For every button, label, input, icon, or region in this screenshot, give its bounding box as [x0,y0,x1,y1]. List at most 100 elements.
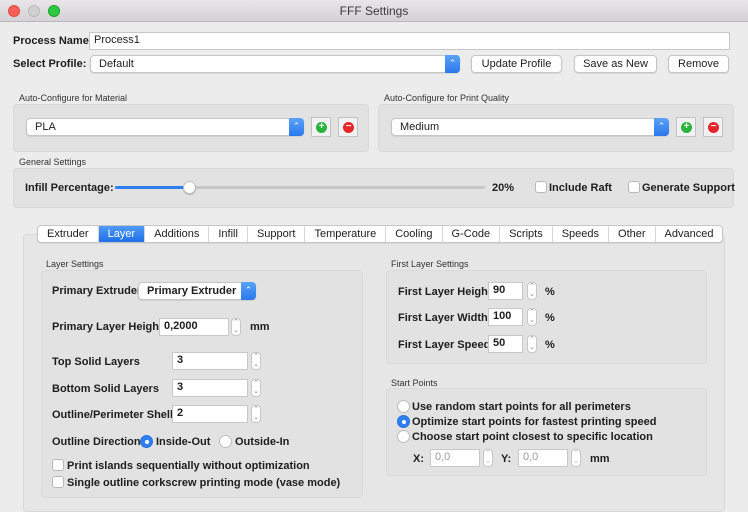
perimeter-shells-stepper[interactable]: ⌃ ⌄ [251,405,261,423]
tab-scripts[interactable]: Scripts [500,226,553,242]
primary-layer-height-input[interactable]: 0,2000 [159,318,229,336]
primary-extruder-select[interactable]: Primary Extruder ⌃ [138,282,256,300]
first-layer-speed-unit: % [545,339,555,351]
coordinate-unit: mm [590,453,610,465]
minus-icon: − [343,122,354,133]
profile-select-value: Default [99,58,134,70]
tab-cooling[interactable]: Cooling [386,226,443,242]
chevron-updown-icon: ⌃ [289,118,304,136]
vase-mode-label: Single outline corkscrew printing mode (… [67,477,341,489]
start-points-label: Start Points [391,378,438,388]
add-quality-button[interactable]: + [676,117,696,137]
material-select-value: PLA [35,121,56,133]
material-group-label: Auto-Configure for Material [19,93,128,103]
optimize-start-label: Optimize start points for fastest printi… [412,416,657,428]
inside-out-label: Inside-Out [156,436,211,448]
material-select[interactable]: PLA ⌃ [26,118,304,136]
infill-percentage-label: Infill Percentage: [25,182,114,194]
minus-icon: − [708,122,719,133]
generate-support-label: Generate Support [642,182,735,194]
first-layer-speed-input[interactable]: 50 [488,335,523,353]
random-start-label: Use random start points for all perimete… [412,401,631,413]
y-coordinate-input[interactable]: 0,0 [518,449,568,467]
save-as-new-button[interactable]: Save as New [574,55,657,73]
plus-icon: + [316,122,327,133]
first-layer-height-input[interactable]: 90 [488,282,523,300]
primary-layer-height-label: Primary Layer Height [52,321,163,333]
top-solid-layers-stepper[interactable]: ⌃ ⌄ [251,352,261,370]
first-layer-settings-label: First Layer Settings [391,259,469,269]
window-title: FFF Settings [339,4,409,18]
primary-extruder-value: Primary Extruder [147,285,237,297]
tab-infill[interactable]: Infill [209,226,248,242]
update-profile-button[interactable]: Update Profile [471,55,562,73]
tab-other[interactable]: Other [609,226,656,242]
tab-advanced[interactable]: Advanced [656,226,723,242]
add-material-button[interactable]: + [311,117,331,137]
process-name-input[interactable]: Process1 [89,32,730,50]
first-layer-speed-stepper[interactable]: ⌃ ⌄ [527,335,537,353]
x-coordinate-input[interactable]: 0,0 [430,449,480,467]
first-layer-speed-label: First Layer Speed [398,339,491,351]
generate-support-checkbox[interactable] [628,181,640,193]
include-raft-label: Include Raft [549,182,612,194]
chevron-updown-icon: ⌃ [241,282,256,300]
layer-settings-label: Layer Settings [46,259,104,269]
tab-temperature[interactable]: Temperature [305,226,387,242]
first-layer-height-stepper[interactable]: ⌃ ⌄ [527,282,537,300]
first-layer-height-unit: % [545,286,555,298]
outline-direction-label: Outline Direction: [52,436,145,448]
infill-slider-knob[interactable] [183,181,196,194]
title-bar: FFF Settings [0,0,748,22]
print-islands-checkbox[interactable] [52,459,64,471]
inside-out-radio[interactable] [140,435,153,448]
infill-slider[interactable] [115,186,485,189]
primary-layer-height-stepper[interactable]: ⌃ ⌄ [231,318,241,336]
primary-extruder-label: Primary Extruder [52,285,142,297]
infill-slider-fill [115,186,189,189]
perimeter-shells-input[interactable]: 2 [172,405,248,423]
first-layer-width-input[interactable]: 100 [488,308,523,326]
first-layer-width-unit: % [545,312,555,324]
vase-mode-checkbox[interactable] [52,476,64,488]
chevron-updown-icon: ⌃ [654,118,669,136]
random-start-radio[interactable] [397,400,410,413]
bottom-solid-layers-label: Bottom Solid Layers [52,383,159,395]
bottom-solid-layers-input[interactable]: 3 [172,379,248,397]
y-coordinate-label: Y: [501,453,512,465]
y-coordinate-stepper[interactable]: ⌃ ⌄ [571,449,581,467]
tab-extruder[interactable]: Extruder [38,226,99,242]
bottom-solid-layers-stepper[interactable]: ⌃ ⌄ [251,379,261,397]
quality-select-value: Medium [400,121,440,133]
top-solid-layers-label: Top Solid Layers [52,356,140,368]
closest-start-radio[interactable] [397,430,410,443]
process-name-label: Process Name: [13,35,93,47]
optimize-start-radio[interactable] [397,415,410,428]
first-layer-width-stepper[interactable]: ⌃ ⌄ [527,308,537,326]
quality-group-label: Auto-Configure for Print Quality [384,93,510,103]
top-solid-layers-input[interactable]: 3 [172,352,248,370]
perimeter-shells-label: Outline/Perimeter Shells [52,409,180,421]
infill-value: 20% [492,182,515,194]
tab-layer[interactable]: Layer [98,226,146,242]
print-islands-label: Print islands sequentially without optim… [67,460,310,472]
x-coordinate-stepper[interactable]: ⌃ ⌄ [483,449,493,467]
profile-select[interactable]: Default ⌃ [90,55,460,73]
outside-in-label: Outside-In [235,436,290,448]
first-layer-width-label: First Layer Width [398,312,488,324]
remove-material-button[interactable]: − [338,117,358,137]
tab-additions[interactable]: Additions [145,226,210,242]
remove-quality-button[interactable]: − [703,117,723,137]
outside-in-radio[interactable] [219,435,232,448]
tab-support[interactable]: Support [248,226,306,242]
chevron-updown-icon: ⌃ [445,55,460,73]
closest-start-label: Choose start point closest to specific l… [412,431,653,443]
include-raft-checkbox[interactable] [535,181,547,193]
quality-select[interactable]: Medium ⌃ [391,118,669,136]
general-settings-label: General Settings [19,157,87,167]
tab-bar: Extruder Layer Additions Infill Support Tempe… [37,225,724,243]
tab-speeds[interactable]: Speeds [553,226,610,242]
tab-g-code[interactable]: G-Code [443,226,501,242]
primary-layer-height-unit: mm [250,321,270,333]
remove-profile-button[interactable]: Remove [668,55,729,73]
